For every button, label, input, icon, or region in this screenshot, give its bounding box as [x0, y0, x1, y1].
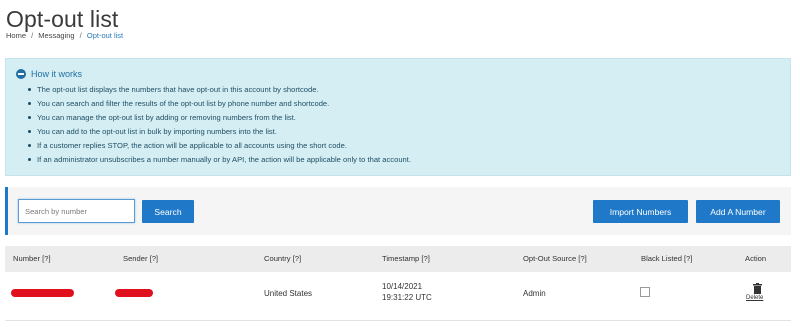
- header-sender[interactable]: Sender [?]: [123, 254, 158, 263]
- breadcrumb-separator: /: [31, 31, 34, 40]
- number-cell-redacted: [11, 289, 74, 297]
- table-header: Number [?] Sender [?] Country [?] Timest…: [5, 246, 791, 272]
- info-item: The opt-out list displays the numbers th…: [28, 83, 411, 97]
- breadcrumb-messaging[interactable]: Messaging: [38, 31, 74, 40]
- info-item: If an administrator unsubscribes a numbe…: [28, 153, 411, 167]
- info-item: If a customer replies STOP, the action w…: [28, 139, 411, 153]
- info-heading[interactable]: How it works: [16, 69, 82, 79]
- country-cell: United States: [264, 289, 313, 298]
- info-item: You can search and filter the results of…: [28, 97, 411, 111]
- timestamp-time: 19:31:22 UTC: [382, 293, 432, 302]
- search-button[interactable]: Search: [142, 200, 194, 223]
- breadcrumb-current[interactable]: Opt-out list: [87, 31, 123, 40]
- table-row: United States 10/14/2021 19:31:22 UTC Ad…: [5, 272, 791, 321]
- opt-out-table: Number [?] Sender [?] Country [?] Timest…: [5, 246, 791, 321]
- header-opt-out-source[interactable]: Opt-Out Source [?]: [523, 254, 587, 263]
- delete-link[interactable]: Delete: [746, 295, 763, 301]
- add-number-button[interactable]: Add A Number: [696, 200, 780, 223]
- toolbar: Search Import Numbers Add A Number: [5, 187, 791, 235]
- info-item: You can manage the opt-out list by addin…: [28, 111, 411, 125]
- info-panel: How it works The opt-out list displays t…: [5, 58, 791, 176]
- import-numbers-button[interactable]: Import Numbers: [593, 200, 688, 223]
- breadcrumb: Home / Messaging / Opt-out list: [6, 31, 123, 40]
- header-black-listed[interactable]: Black Listed [?]: [641, 254, 693, 263]
- header-number[interactable]: Number [?]: [13, 254, 51, 263]
- black-listed-checkbox[interactable]: [640, 287, 650, 297]
- breadcrumb-home[interactable]: Home: [6, 31, 26, 40]
- page-title: Opt-out list: [6, 6, 119, 32]
- search-input[interactable]: [18, 199, 135, 223]
- sender-cell-redacted: [115, 289, 153, 297]
- info-heading-label: How it works: [31, 69, 83, 79]
- trash-icon[interactable]: [753, 283, 762, 294]
- source-cell: Admin: [523, 289, 546, 298]
- info-list: The opt-out list displays the numbers th…: [28, 83, 411, 167]
- minus-circle-icon[interactable]: [16, 69, 26, 79]
- breadcrumb-separator: /: [79, 31, 82, 40]
- info-item: You can add to the opt-out list in bulk …: [28, 125, 411, 139]
- timestamp-date: 10/14/2021: [382, 282, 423, 291]
- header-timestamp[interactable]: Timestamp [?]: [382, 254, 430, 263]
- header-country[interactable]: Country [?]: [264, 254, 301, 263]
- header-action: Action: [745, 254, 767, 263]
